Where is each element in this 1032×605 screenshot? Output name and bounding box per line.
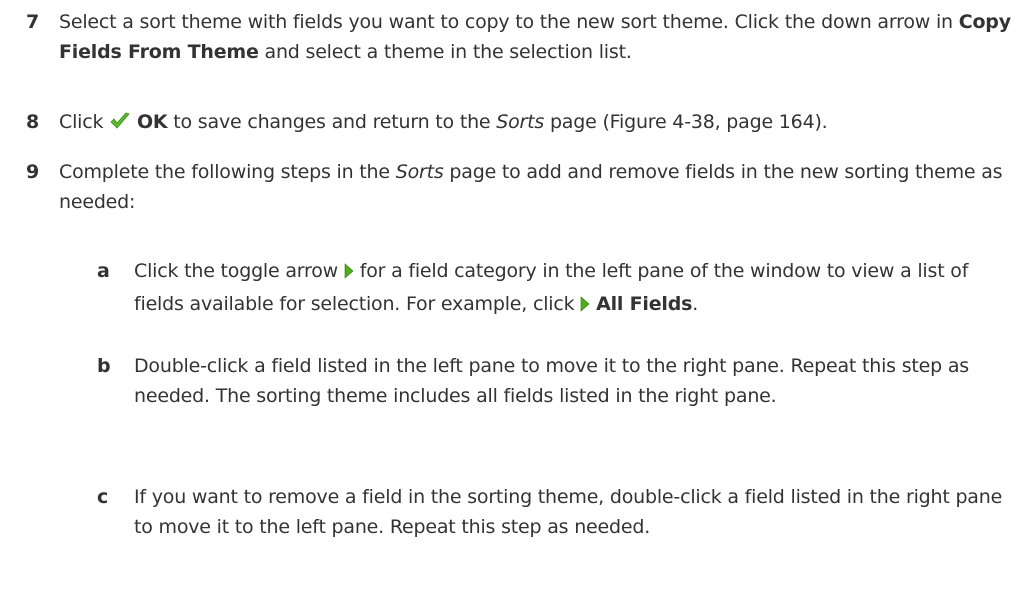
substep-letter: c	[97, 486, 109, 508]
toggle-arrow-icon	[344, 259, 354, 289]
step-number: 9	[26, 161, 40, 183]
substep-text: Click the toggle arrow for a field categ…	[134, 256, 1019, 322]
substep-text: Double-click a field listed in the left …	[134, 355, 969, 407]
sorts-page-label: Sorts	[395, 161, 444, 183]
substep-text: If you want to remove a field in the sor…	[134, 486, 1003, 538]
substep-letter: a	[97, 260, 110, 282]
toggle-arrow-icon	[580, 292, 590, 322]
checkmark-icon	[109, 110, 131, 140]
ok-label: OK	[136, 111, 168, 133]
step-text: Click OK to save changes and return to t…	[59, 107, 1019, 140]
step-number: 7	[26, 11, 40, 33]
sorts-page-label: Sorts	[496, 111, 545, 133]
document-page: { "steps": [ { "number": "7", "parts": {…	[0, 0, 1032, 605]
step-number: 8	[26, 111, 40, 133]
step-text: Select a sort theme with fields you want…	[59, 11, 1011, 63]
all-fields-label: All Fields	[596, 293, 693, 315]
substep-letter: b	[97, 355, 111, 377]
step-text: Complete the following steps in the Sort…	[59, 161, 1003, 213]
